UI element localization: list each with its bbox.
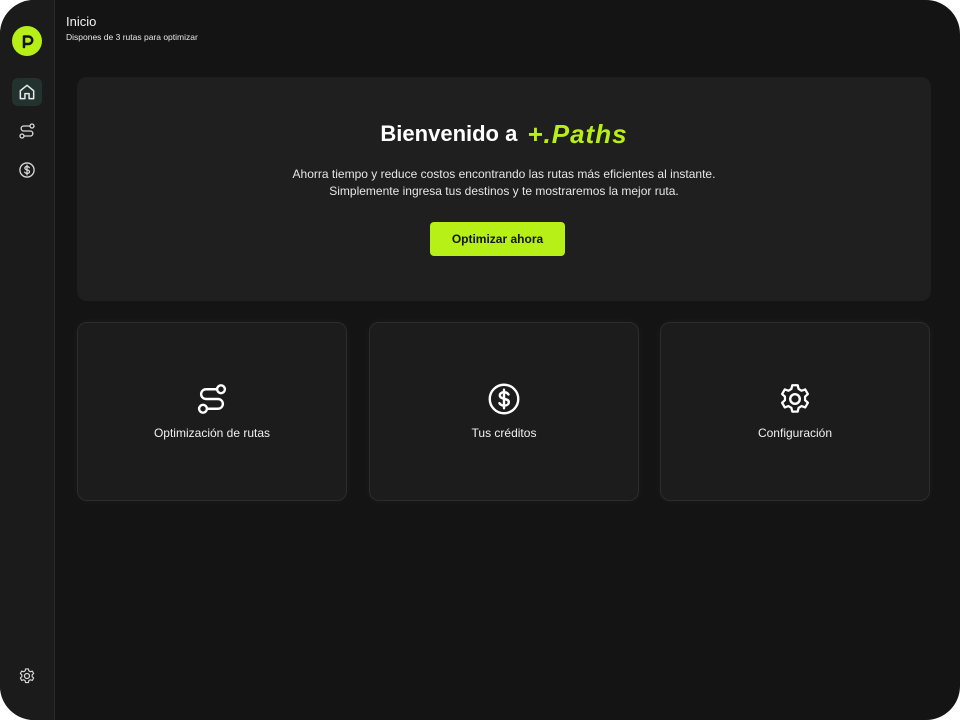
card-label: Optimización de rutas (153, 426, 271, 440)
sidebar-item-home[interactable] (12, 78, 42, 106)
brand-logo-text: +.Paths (527, 119, 628, 149)
sidebar-item-settings[interactable] (12, 662, 42, 690)
dollar-coin-icon (488, 383, 520, 415)
dollar-coin-icon (19, 162, 35, 178)
card-label: Tus créditos (471, 426, 537, 440)
sidebar-item-routes[interactable] (12, 117, 42, 145)
welcome-text: Bienvenido a (380, 121, 518, 146)
logo-p-icon (22, 35, 34, 49)
gear-icon (19, 668, 35, 684)
routes-remaining-text: Dispones de 3 rutas para optimizar (66, 32, 198, 42)
app-window: Inicio Dispones de 3 rutas para optimiza… (0, 0, 960, 720)
app-logo[interactable] (12, 26, 42, 56)
home-icon (19, 84, 35, 100)
page-title: Inicio (66, 14, 97, 29)
gear-icon (780, 384, 810, 413)
card-settings[interactable]: Configuración (660, 322, 930, 501)
sidebar (0, 0, 55, 720)
welcome-panel: Bienvenido a +.Paths Ahorra tiempo y red… (77, 77, 931, 301)
route-icon (19, 123, 35, 139)
route-icon (197, 384, 227, 414)
card-route-optimization[interactable]: Optimización de rutas (77, 322, 347, 501)
welcome-heading: Bienvenido a +.Paths (77, 121, 931, 147)
optimize-now-button[interactable]: Optimizar ahora (430, 222, 565, 256)
card-credits[interactable]: Tus créditos (369, 322, 639, 501)
welcome-description-line1: Ahorra tiempo y reduce costos encontrand… (292, 167, 716, 181)
card-label: Configuración (757, 426, 833, 440)
welcome-description-line2: Simplemente ingresa tus destinos y te mo… (329, 184, 679, 198)
sidebar-item-credits[interactable] (12, 156, 42, 184)
